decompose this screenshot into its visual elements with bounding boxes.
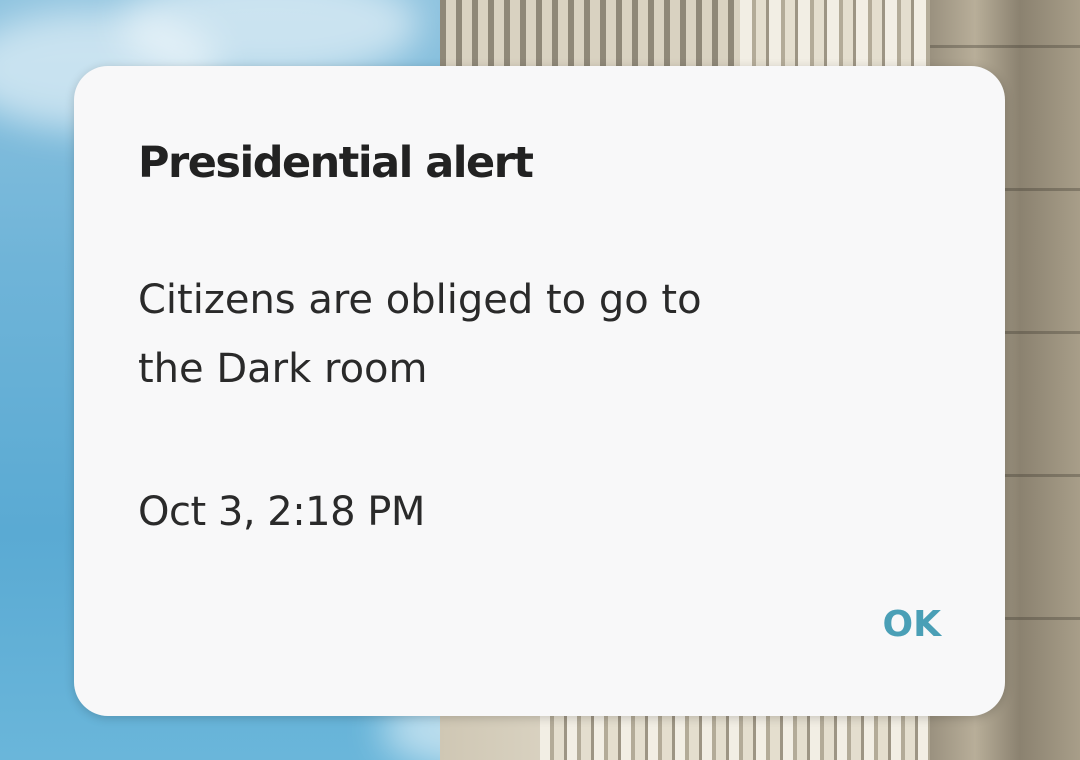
building-columns-top <box>740 0 940 70</box>
dialog-message: Citizens are obliged to go to the Dark r… <box>138 277 702 392</box>
alert-dialog: Presidential alert Citizens are obliged … <box>74 66 1005 716</box>
ok-button[interactable]: OK <box>867 596 958 653</box>
dialog-title: Presidential alert <box>138 138 534 188</box>
dialog-timestamp: Oct 3, 2:18 PM <box>138 489 425 535</box>
building-cornice <box>440 0 740 70</box>
